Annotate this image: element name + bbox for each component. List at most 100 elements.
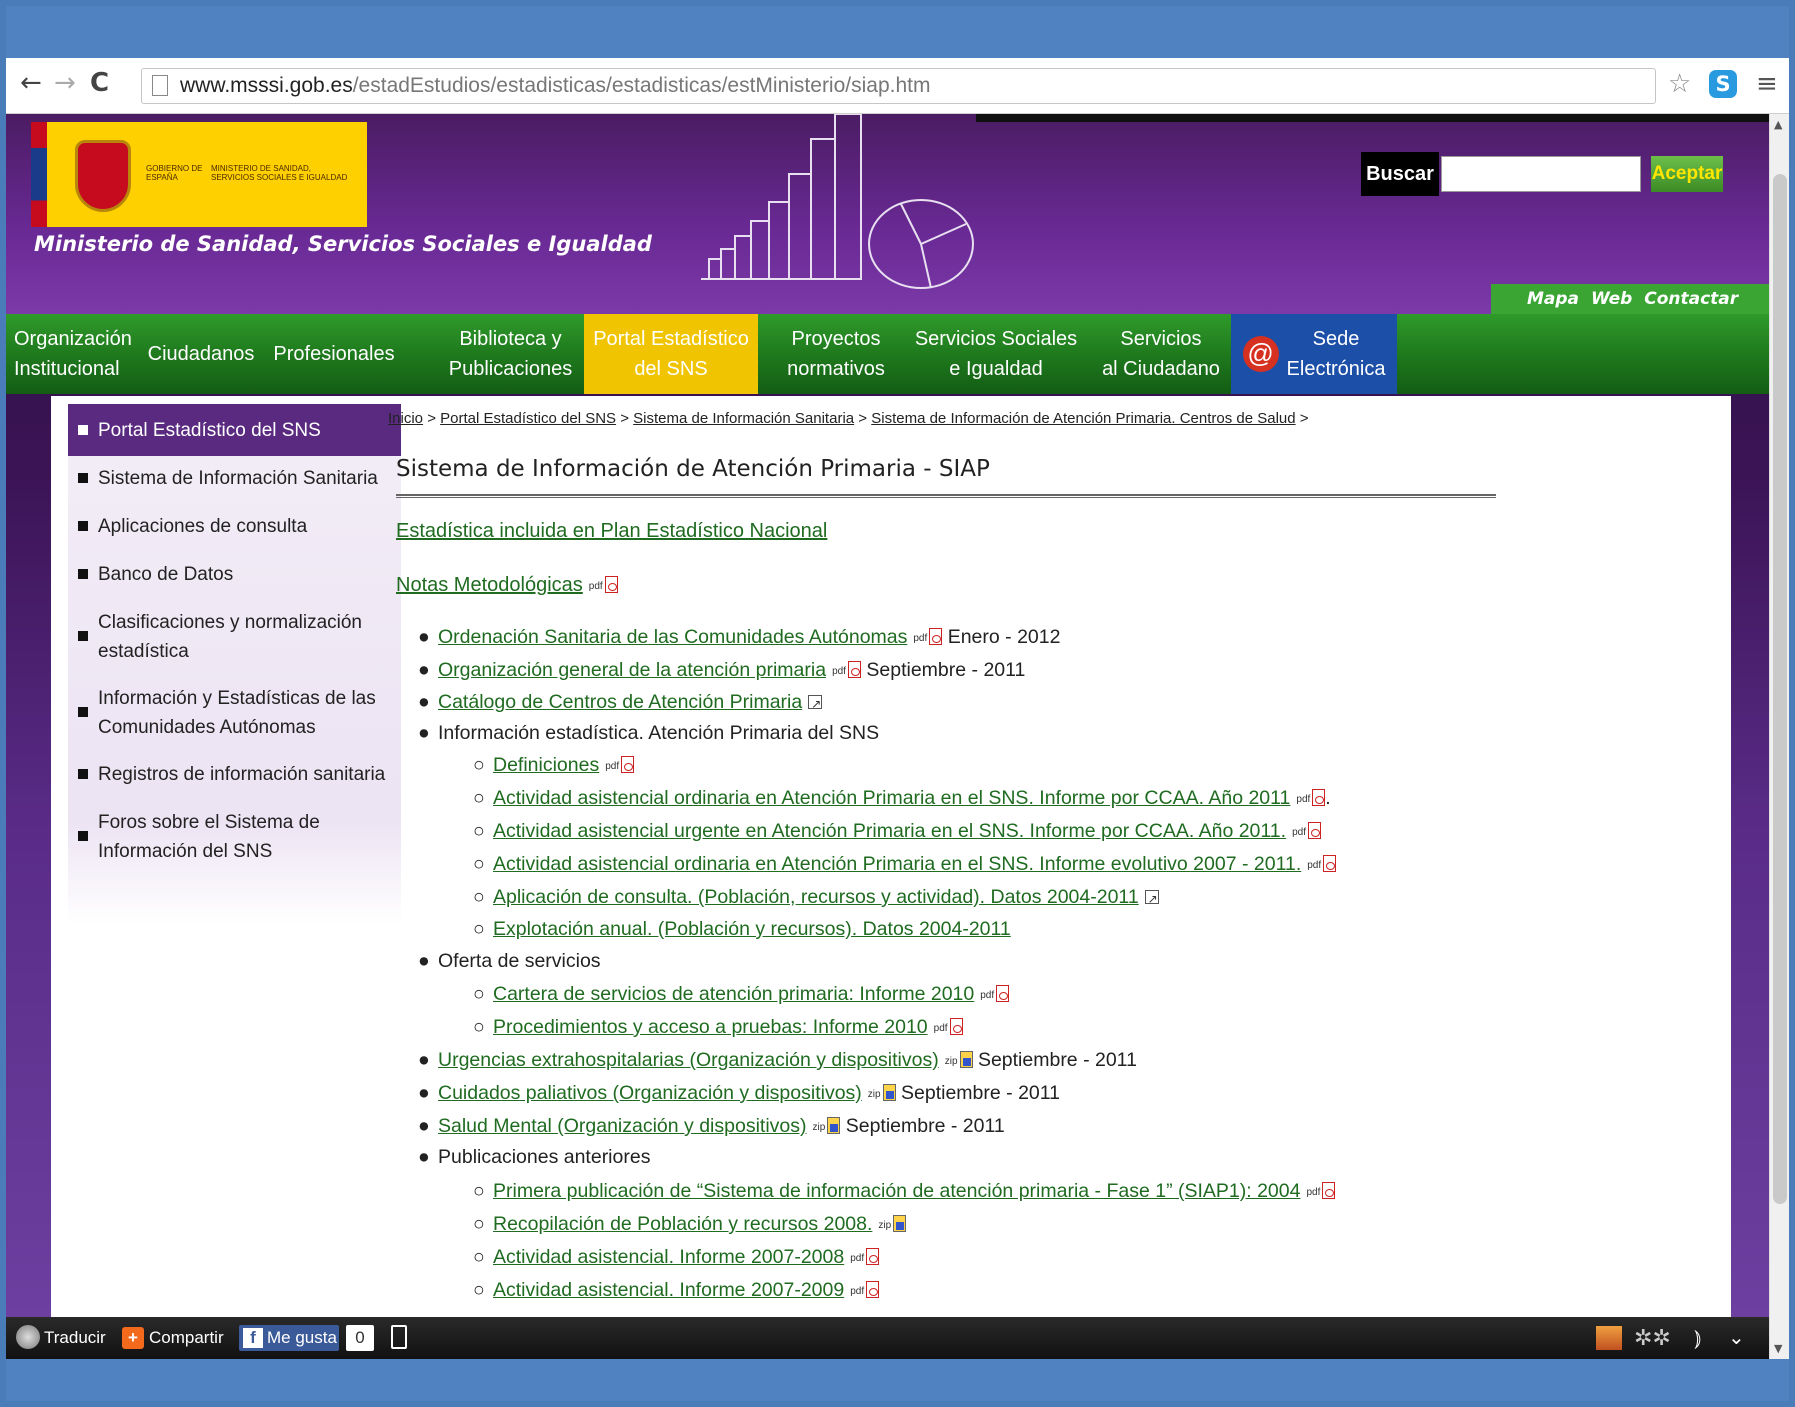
breadcrumb-inicio[interactable]: Inicio: [388, 410, 423, 427]
skype-icon[interactable]: S: [1709, 70, 1737, 98]
nav-proyectos-normativos[interactable]: Proyectos normativos: [766, 314, 906, 394]
address-bar[interactable]: www.msssi.gob.es/estadEstudios/estadisti…: [141, 68, 1656, 104]
sidebar-item-aplicaciones[interactable]: Aplicaciones de consulta: [68, 512, 401, 541]
search-submit-button[interactable]: Aceptar: [1651, 156, 1723, 192]
sidebar-item-portal-estadistico[interactable]: Portal Estadístico del SNS: [68, 404, 401, 456]
logo-ministerio-text: MINISTERIO DE SANIDAD, SERVICIOS SOCIALE…: [211, 164, 348, 182]
list-item: ● Publicaciones anteriores: [418, 1144, 650, 1170]
ordenacion-sanitaria-link[interactable]: Ordenación Sanitaria de las Comunidades …: [438, 626, 907, 648]
government-logo[interactable]: GOBIERNO DE ESPAÑA MINISTERIO DE SANIDAD…: [31, 122, 367, 227]
pdf-icon: pdf: [980, 983, 1010, 1009]
actividad-urgente-ccaa-link[interactable]: Actividad asistencial urgente en Atenció…: [493, 820, 1286, 842]
cartera-servicios-link[interactable]: Cartera de servicios de atención primari…: [493, 983, 974, 1005]
scroll-down-icon[interactable]: ▼: [1774, 1342, 1782, 1355]
page-upload-icon[interactable]: [391, 1325, 407, 1349]
gear-icon[interactable]: ✲✲: [1634, 1325, 1671, 1351]
pdf-icon: pdf: [850, 1279, 880, 1305]
primera-publicacion-link[interactable]: Primera publicación de “Sistema de infor…: [493, 1180, 1300, 1202]
nav-label: e Igualdad: [949, 358, 1043, 380]
content-area: Portal Estadístico del SNS Sistema de In…: [51, 396, 1731, 1317]
cuidados-paliativos-link[interactable]: Cuidados paliativos (Organización y disp…: [438, 1082, 862, 1104]
sidebar-item-comunidades[interactable]: Información y Estadísticas de las Comunid…: [68, 684, 401, 742]
organizacion-general-link[interactable]: Organización general de la atención prim…: [438, 659, 826, 681]
header-links[interactable]: Mapa Web Contactar: [1491, 284, 1769, 314]
search-input[interactable]: [1441, 156, 1641, 192]
sidebar-item-registros[interactable]: Registros de información sanitaria: [68, 760, 401, 789]
aplicacion-consulta-link[interactable]: Aplicación de consulta. (Población, recu…: [493, 886, 1139, 908]
back-icon[interactable]: ←: [20, 68, 42, 98]
share-button[interactable]: Compartir: [149, 1325, 224, 1351]
nav-label: Portal Estadístico: [593, 328, 749, 350]
sidebar-item-foros[interactable]: Foros sobre el Sistema de Información del…: [68, 808, 401, 866]
share-plus-icon: +: [122, 1327, 144, 1349]
header-top-strip: [976, 114, 1769, 122]
recopilacion-poblacion-link[interactable]: Recopilación de Población y recursos 200…: [493, 1213, 872, 1235]
nav-servicios-sociales[interactable]: Servicios Sociales e Igualdad: [911, 314, 1081, 394]
procedimientos-pruebas-link[interactable]: Procedimientos y acceso a pruebas: Infor…: [493, 1016, 928, 1038]
explotacion-anual-link[interactable]: Explotación anual. (Población y recursos…: [493, 918, 1011, 940]
scrollbar-thumb[interactable]: [1773, 174, 1787, 1204]
list-item: ● Salud Mental (Organización y dispositiv…: [418, 1113, 1005, 1141]
sidebar-item-sistema-informacion[interactable]: Sistema de Información Sanitaria: [68, 464, 401, 493]
catalogo-centros-link[interactable]: Catálogo de Centros de Atención Primaria: [438, 691, 802, 713]
translate-button[interactable]: Traducir: [44, 1325, 106, 1351]
nav-organizacion-institucional[interactable]: Organización Institucional: [14, 314, 134, 394]
pdf-icon: pdf: [589, 576, 618, 593]
list-item: ○ Procedimientos y acceso a pruebas: Info…: [473, 1014, 963, 1042]
circle-bullet-icon: ○: [473, 1213, 485, 1235]
list-item: ● Oferta de servicios: [418, 948, 601, 974]
nav-label: Organización: [14, 328, 132, 350]
nav-ciudadanos[interactable]: Ciudadanos: [146, 314, 256, 394]
actividad-evolutivo-link[interactable]: Actividad asistencial ordinaria en Atenc…: [493, 853, 1301, 875]
circle-bullet-icon: ○: [473, 754, 485, 776]
sidebar-item-label: Comunidades Autónomas: [98, 717, 316, 738]
breadcrumb-portal[interactable]: Portal Estadístico del SNS: [440, 410, 616, 427]
breadcrumb-siap[interactable]: Sistema de Información de Atención Prima…: [871, 410, 1295, 427]
sidebar-item-clasificaciones[interactable]: Clasificaciones y normalización estadísti…: [68, 608, 401, 666]
actividad-2007-2008-link[interactable]: Actividad asistencial. Informe 2007-2008: [493, 1246, 844, 1268]
scroll-up-icon[interactable]: ▲: [1774, 118, 1782, 131]
item-date: Septiembre - 2011: [866, 659, 1026, 681]
bookmark-star-icon[interactable]: ☆: [1668, 69, 1691, 99]
item-date: Septiembre - 2011: [845, 1115, 1005, 1137]
notas-metodologicas-link[interactable]: Notas Metodológicas: [396, 574, 583, 596]
bullet-icon: ●: [418, 691, 430, 713]
list-item: ○ Actividad asistencial. Informe 2007-200…: [473, 1277, 880, 1305]
zip-icon: zip: [813, 1115, 841, 1141]
definiciones-link[interactable]: Definiciones: [493, 754, 599, 776]
nav-portal-estadistico[interactable]: Portal Estadístico del SNS: [584, 314, 758, 394]
nav-biblioteca-publicaciones[interactable]: Biblioteca y Publicaciones: [438, 314, 583, 394]
nav-sede-electronica[interactable]: @ Sede Electrónica: [1231, 314, 1397, 394]
plan-estadistico-link[interactable]: Estadística incluida en Plan Estadístico…: [396, 520, 827, 543]
vertical-scrollbar[interactable]: ▲ ▼: [1769, 114, 1789, 1359]
nav-label: normativos: [787, 358, 885, 380]
nav-servicios-ciudadano[interactable]: Servicios al Ciudadano: [1091, 314, 1231, 394]
nav-label: Electrónica: [1286, 358, 1386, 380]
breadcrumb-separator: >: [616, 410, 634, 427]
bullet-icon: [78, 569, 88, 579]
pdf-tag: pdf: [980, 990, 995, 1001]
pdf-tag: pdf: [850, 1253, 865, 1264]
forward-icon[interactable]: →: [54, 68, 76, 98]
salud-mental-link[interactable]: Salud Mental (Organización y dispositivo…: [438, 1115, 807, 1137]
menu-icon[interactable]: ≡: [1756, 69, 1778, 99]
rss-icon[interactable]: ⦆: [1694, 1325, 1701, 1351]
logo-gobierno-text: GOBIERNO DE ESPAÑA: [146, 164, 203, 182]
nav-label: Institucional: [14, 358, 120, 380]
pdf-icon: pdf: [1296, 787, 1326, 813]
breadcrumb-sistema-informacion[interactable]: Sistema de Información Sanitaria: [633, 410, 854, 427]
facebook-icon: f: [243, 1328, 263, 1348]
breadcrumb: Inicio > Portal Estadístico del SNS > Si…: [388, 410, 1309, 427]
nav-profesionales[interactable]: Profesionales: [264, 314, 404, 394]
reload-icon[interactable]: C: [90, 68, 109, 98]
notes-icon[interactable]: [1596, 1326, 1622, 1350]
sidebar-item-banco-datos[interactable]: Banco de Datos: [68, 560, 401, 589]
breadcrumb-separator: >: [1295, 410, 1309, 427]
urgencias-extrahospitalarias-link[interactable]: Urgencias extrahospitalarias (Organizaci…: [438, 1049, 939, 1071]
chevron-down-icon[interactable]: ⌄: [1728, 1325, 1745, 1351]
circle-bullet-icon: ○: [473, 820, 485, 842]
actividad-2007-2009-link[interactable]: Actividad asistencial. Informe 2007-2009: [493, 1279, 844, 1301]
actividad-ordinaria-ccaa-link[interactable]: Actividad asistencial ordinaria en Atenc…: [493, 787, 1290, 809]
like-button[interactable]: f Me gusta: [239, 1325, 339, 1351]
item-date: Septiembre - 2011: [901, 1082, 1060, 1104]
